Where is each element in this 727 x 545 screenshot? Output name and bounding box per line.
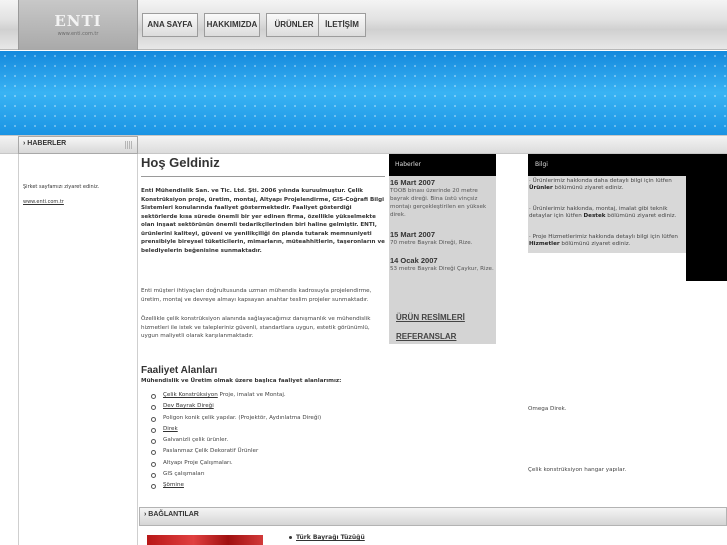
list-item: Direk (150, 426, 321, 437)
grip-icon (125, 141, 133, 149)
news-date: 14 Ocak 2007 (390, 256, 438, 265)
product-photos-link[interactable]: ÜRÜN RESİMLERİ (396, 313, 465, 322)
intro-paragraph-1: Enti müşteri ihtiyaçları doğrultusunda u… (141, 288, 372, 303)
list-item: Şömine (150, 482, 321, 493)
news-text: 70 metre Bayrak Direği, Rize. (390, 240, 473, 246)
news-panel: 16 Mart 2007 TOOB binası üzerinde 20 met… (389, 176, 496, 344)
list-item: Galvanizli çelik ürünler. (150, 437, 321, 448)
news-date: 15 Mart 2007 (390, 230, 436, 239)
info-panel-title: Bilgi (535, 161, 548, 168)
activity-subtitle: Mühendislik ve Üretim olmak üzere başlıc… (141, 378, 342, 384)
list-item: Altyapı Proje Çalışmaları. (150, 460, 321, 471)
omega-caption: Omega Direk. (528, 406, 567, 412)
logo[interactable]: ENTI www.enti.com.tr (18, 0, 138, 50)
intro-paragraph-2: Özellikle çelik konstrüksiyon alanında s… (141, 316, 371, 339)
info-panel: · Ürünlerimiz hakkında daha detaylı bilg… (528, 176, 686, 253)
logo-text: ENTI (54, 12, 102, 30)
page-title: Hoş Geldiniz (141, 155, 220, 170)
news-sidebar-title: › HABERLER (23, 140, 66, 147)
activity-text: Paslanmaz Çelik Dekoratif Ürünler (163, 448, 259, 455)
info-text: Ürünlerimiz hakkında daha detaylı bilgi … (532, 178, 672, 184)
info-text: bölümünü ziyaret ediniz. (559, 241, 631, 248)
info-image-placeholder (686, 176, 727, 281)
links-section-title-text: BAĞLANTILAR (148, 511, 199, 518)
list-item: GIS çalışmaları (150, 471, 321, 482)
info-products-link[interactable]: Ürünler (529, 185, 553, 191)
news-sidebar-header: › HABERLER (18, 136, 138, 154)
chevron-right-icon: › (144, 511, 147, 518)
logo-url: www.enti.com.tr (57, 31, 99, 37)
links-section-title: › BAĞLANTILAR (144, 511, 199, 518)
activity-text: Proje, imalat ve Montaj. (217, 392, 286, 398)
references-link[interactable]: REFERANSLAR (396, 332, 456, 341)
hero-banner (0, 51, 727, 135)
activity-title: Faaliyet Alanları (141, 365, 218, 376)
activity-link[interactable]: Dev Bayrak Direği (163, 403, 214, 409)
activity-link[interactable]: Şömine (163, 482, 184, 488)
activity-link[interactable]: Direk (163, 426, 178, 432)
site-header: ENTI www.enti.com.tr ANA SAYFA HAKKIMIZD… (0, 0, 727, 50)
info-support-link[interactable]: Destek (584, 213, 606, 219)
news-date: 16 Mart 2007 (390, 178, 436, 187)
hangar-caption: Çelik konstrüksiyon hangar yapılar. (528, 467, 627, 473)
info-panel-header: Bilgi (528, 154, 727, 176)
list-item: Çelik Konstrüksiyon Proje, imalat ve Mon… (150, 392, 321, 403)
info-text: bölümünü ziyaret ediniz. (552, 185, 624, 192)
news-text: 53 metre Bayrak Direği Çaykur, Rize. (390, 266, 494, 272)
nav-products[interactable]: ÜRÜNLER (266, 13, 322, 37)
link-item: Türk Bayrağı Tüzüğü (289, 534, 365, 541)
info-item: · Ürünlerimiz hakkında, montaj, imalat g… (529, 206, 677, 220)
flag-photo (147, 535, 263, 545)
activity-text: GIS çalışmaları (163, 471, 205, 478)
sidebar-visit-text: Şirket sayfamızı ziyaret ediniz. (23, 184, 100, 190)
activity-link[interactable]: Çelik Konstrüksiyon (163, 392, 218, 398)
news-text: TOOB binası üzerinde 20 metre bayrak dir… (390, 188, 487, 218)
info-text: Proje Hizmetlerimiz hakkında detaylı bil… (532, 234, 678, 240)
activity-text: Poligon konik çelik yapılar. (Projektör,… (163, 414, 322, 421)
news-sidebar-title-text: HABERLER (27, 140, 67, 147)
links-section-header: › BAĞLANTILAR (139, 507, 727, 526)
nav-contact[interactable]: İLETİŞİM (318, 13, 366, 37)
info-item: · Ürünlerimiz hakkında daha detaylı bilg… (529, 178, 672, 192)
activity-list: Çelik Konstrüksiyon Proje, imalat ve Mon… (150, 392, 321, 494)
title-divider (141, 176, 385, 177)
info-text: bölümünü ziyaret ediniz. (605, 213, 677, 220)
intro-bold-paragraph: Enti Mühendislik San. ve Tic. Ltd. Şti. … (141, 188, 385, 254)
list-item: Dev Bayrak Direği (150, 403, 321, 414)
activity-text: Galvanizli çelik ürünler. (163, 437, 229, 444)
news-panel-title: Haberler (395, 161, 421, 168)
left-sidebar: Şirket sayfamızı ziyaret ediniz. www.ent… (18, 154, 138, 545)
list-item: Paslanmaz Çelik Dekoratif Ürünler (150, 448, 321, 459)
info-services-link[interactable]: Hizmetler (529, 241, 560, 247)
nav-about[interactable]: HAKKIMIZDA (204, 13, 260, 37)
activity-text: Altyapı Proje Çalışmaları. (163, 459, 233, 466)
list-item: Poligon konik çelik yapılar. (Projektör,… (150, 415, 321, 426)
chevron-right-icon: › (23, 140, 26, 147)
flag-regulation-link[interactable]: Türk Bayrağı Tüzüğü (296, 534, 365, 541)
news-panel-header: Haberler (389, 154, 496, 176)
nav-home[interactable]: ANA SAYFA (142, 13, 198, 37)
sidebar-site-link[interactable]: www.enti.com.tr (23, 199, 64, 205)
info-item: · Proje Hizmetlerimiz hakkında detaylı b… (529, 234, 678, 248)
